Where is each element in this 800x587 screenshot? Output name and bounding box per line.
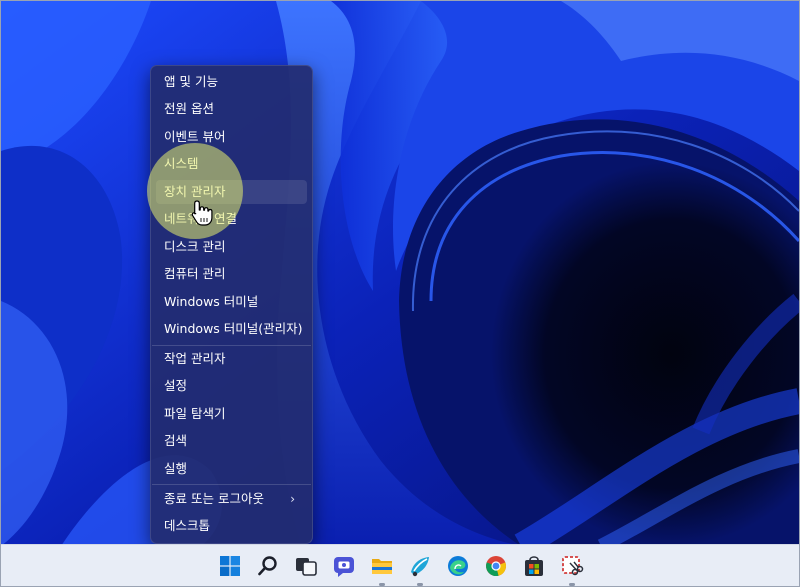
running-indicator xyxy=(379,583,385,586)
menu-item-apps-and-features[interactable]: 앱 및 기능 xyxy=(156,70,307,94)
menu-item-shutdown-or-signout[interactable]: 종료 또는 로그아웃 › xyxy=(156,487,307,511)
menu-item-search[interactable]: 검색 xyxy=(156,429,307,453)
menu-item-run[interactable]: 실행 xyxy=(156,457,307,481)
menu-item-system[interactable]: 시스템 xyxy=(156,152,307,176)
windows-start-icon[interactable] xyxy=(218,554,242,578)
menu-item-power-options[interactable]: 전원 옵션 xyxy=(156,97,307,121)
menu-separator xyxy=(152,345,311,346)
chat-icon[interactable] xyxy=(332,554,356,578)
running-indicator xyxy=(417,583,423,586)
menu-item-windows-terminal[interactable]: Windows 터미널 xyxy=(156,290,307,314)
paint-icon[interactable] xyxy=(408,554,432,578)
edge-icon[interactable] xyxy=(446,554,470,578)
menu-item-task-manager[interactable]: 작업 관리자 xyxy=(156,347,307,371)
taskbar xyxy=(1,544,799,586)
menu-item-device-manager[interactable]: 장치 관리자 xyxy=(156,180,307,204)
search-icon[interactable] xyxy=(256,554,280,578)
file-explorer-icon[interactable] xyxy=(370,554,394,578)
menu-separator xyxy=(152,484,311,485)
quick-link-context-menu: 앱 및 기능 전원 옵션 이벤트 뷰어 시스템 장치 관리자 네트워크 연결 디… xyxy=(150,65,313,544)
task-view-icon[interactable] xyxy=(294,554,318,578)
menu-item-desktop[interactable]: 데스크톱 xyxy=(156,514,307,538)
menu-item-network-connections[interactable]: 네트워크 연결 xyxy=(156,207,307,231)
menu-item-disk-management[interactable]: 디스크 관리 xyxy=(156,235,307,259)
menu-item-computer-management[interactable]: 컴퓨터 관리 xyxy=(156,262,307,286)
running-indicator xyxy=(569,583,575,586)
screen: 앱 및 기능 전원 옵션 이벤트 뷰어 시스템 장치 관리자 네트워크 연결 디… xyxy=(0,0,800,587)
store-icon[interactable] xyxy=(522,554,546,578)
menu-item-windows-terminal-admin[interactable]: Windows 터미널(관리자) xyxy=(156,317,307,341)
menu-item-file-explorer[interactable]: 파일 탐색기 xyxy=(156,402,307,426)
chevron-right-icon: › xyxy=(290,492,295,506)
hand-pointer-cursor-icon xyxy=(191,200,213,226)
menu-item-event-viewer[interactable]: 이벤트 뷰어 xyxy=(156,125,307,149)
snipping-tool-icon[interactable] xyxy=(560,554,584,578)
menu-item-label: 종료 또는 로그아웃 xyxy=(164,491,264,506)
desktop-wallpaper xyxy=(1,1,799,586)
menu-item-settings[interactable]: 설정 xyxy=(156,374,307,398)
chrome-icon[interactable] xyxy=(484,554,508,578)
